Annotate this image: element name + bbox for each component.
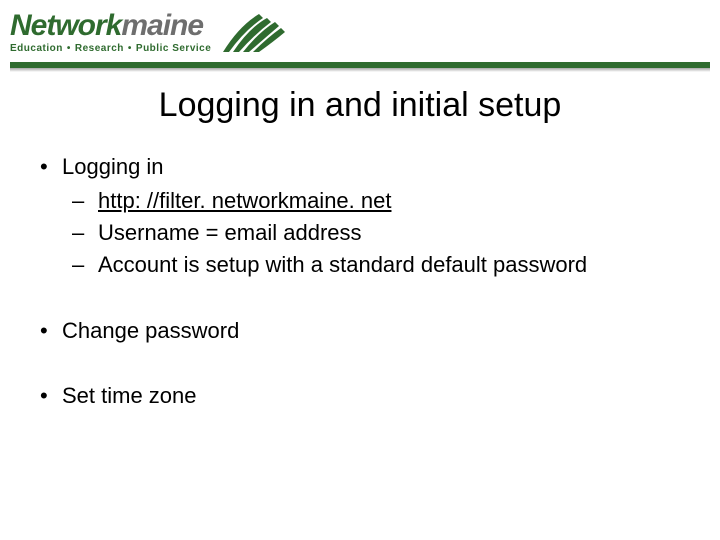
tagline-word-2: Research (75, 43, 124, 54)
login-url-link[interactable]: http: //filter. networkmaine. net (98, 188, 391, 213)
slide-header: Networkmaine Education • Research • Public S… (0, 0, 720, 72)
bullet-item: Set time zone (34, 380, 686, 412)
logo-text-block: Networkmaine Education • Research • Public S… (10, 11, 211, 54)
sub-bullet-item: Account is setup with a standard default… (62, 249, 686, 281)
slide-title: Logging in and initial setup (34, 86, 686, 125)
brand-tagline: Education • Research • Public Service (10, 43, 211, 54)
bullet-text: Set time zone (62, 383, 197, 408)
tagline-dot: • (67, 43, 71, 54)
bullet-text: Change password (62, 318, 239, 343)
bullet-item: Logging in http: //filter. networkmaine.… (34, 151, 686, 281)
sub-bullet-text: Username = email address (98, 220, 362, 245)
tagline-dot: • (128, 43, 132, 54)
sub-bullet-text: Account is setup with a standard default… (98, 252, 587, 277)
sub-bullet-item: http: //filter. networkmaine. net (62, 185, 686, 217)
leaf-icon (219, 8, 289, 54)
sub-bullet-list: http: //filter. networkmaine. net Userna… (62, 185, 686, 281)
tagline-word-3: Public Service (136, 43, 211, 54)
brand-part2: maine (121, 11, 203, 41)
logo-row: Networkmaine Education • Research • Public S… (10, 8, 710, 58)
slide-content: Logging in and initial setup Logging in … (0, 72, 720, 412)
sub-bullet-item: Username = email address (62, 217, 686, 249)
brand-wordmark: Networkmaine (10, 11, 211, 41)
tagline-word-1: Education (10, 43, 63, 54)
bullet-text: Logging in (62, 154, 164, 179)
header-rule (10, 62, 710, 72)
bullet-item: Change password (34, 315, 686, 347)
brand-part1: Network (10, 11, 121, 41)
bullet-list: Logging in http: //filter. networkmaine.… (34, 151, 686, 412)
